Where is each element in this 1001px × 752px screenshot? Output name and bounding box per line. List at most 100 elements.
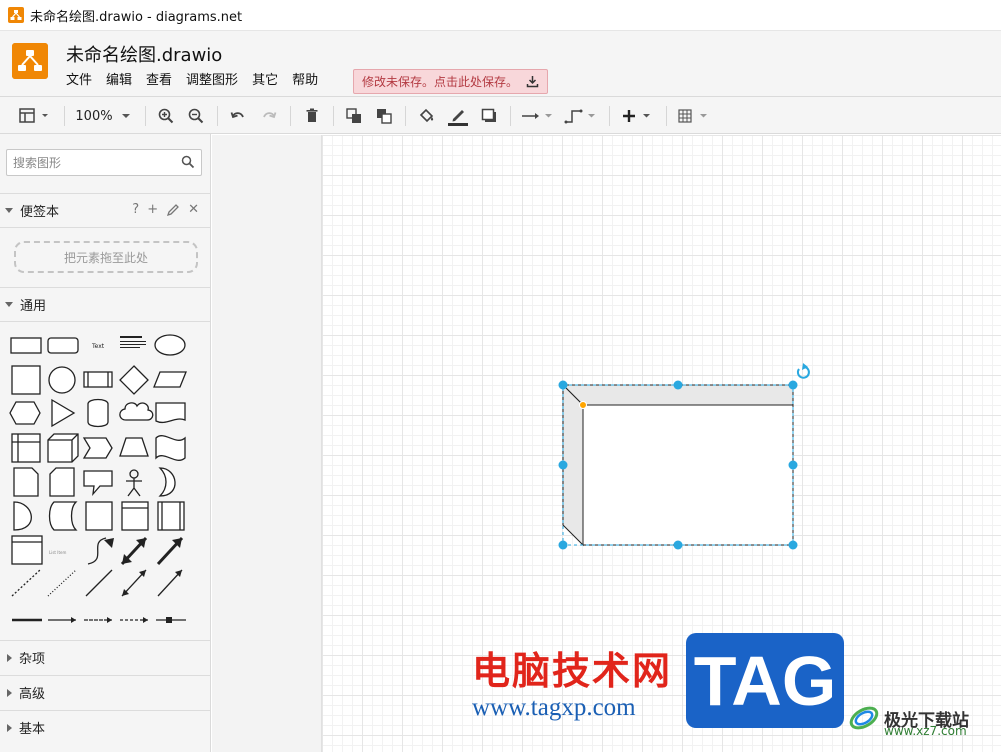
shape-step[interactable] <box>82 437 113 459</box>
shape-circle[interactable] <box>48 366 76 394</box>
menu-help[interactable]: 帮助 <box>292 71 318 91</box>
bring-to-front-icon <box>346 108 361 123</box>
redo-icon <box>263 112 277 119</box>
undo-button[interactable] <box>227 105 249 127</box>
shape-cloud[interactable] <box>119 402 154 421</box>
section-advanced-label: 高级 <box>19 687 46 702</box>
shape-parallelogram[interactable] <box>153 371 187 388</box>
zoom-in-button[interactable] <box>155 105 177 127</box>
section-scratchpad-label: 便签本 <box>20 205 60 220</box>
watermark-site-logo: 极光下载站 www.xz7.com <box>848 702 969 738</box>
shape-card[interactable] <box>49 467 75 497</box>
scratchpad-tools: ? + ✕ <box>124 203 199 217</box>
menu-view[interactable]: 查看 <box>146 71 172 91</box>
chevron-down-icon <box>121 114 130 118</box>
format-panel-toggle[interactable] <box>14 105 54 127</box>
send-to-back-icon <box>377 109 392 124</box>
shape-actor[interactable] <box>126 469 142 497</box>
zoom-out-button[interactable] <box>185 105 207 127</box>
shape-line[interactable] <box>85 569 113 597</box>
redo-button[interactable] <box>258 105 280 127</box>
shape-frame[interactable] <box>121 501 149 531</box>
chevron-down-icon <box>5 302 13 307</box>
svg-text:Text: Text <box>91 343 105 350</box>
to-back-button[interactable] <box>373 105 395 127</box>
shape-delay[interactable] <box>13 501 32 531</box>
drawio-logo-icon[interactable] <box>12 43 48 79</box>
fill-color-button[interactable] <box>416 105 438 127</box>
shape-document[interactable] <box>155 402 186 424</box>
menu-extras[interactable]: 其它 <box>252 71 278 91</box>
shape-search-box <box>6 149 202 176</box>
shape-rectangle[interactable] <box>10 337 42 354</box>
table-button[interactable] <box>676 105 712 127</box>
unsaved-changes-label: 修改未保存。点击此处保存。 <box>362 75 519 89</box>
insert-button[interactable] <box>619 105 657 127</box>
line-color-button[interactable] <box>446 105 470 127</box>
shape-cylinder[interactable] <box>87 398 109 428</box>
watermark-url: www.tagxp.com <box>472 694 636 721</box>
shape-dotted-line[interactable] <box>47 569 77 597</box>
chevron-right-icon <box>7 688 12 697</box>
scratchpad-drop-zone[interactable]: 把元素拖至此处 <box>14 241 198 273</box>
shape-ellipse[interactable] <box>154 334 186 356</box>
toolbar: 100% <box>0 97 1001 134</box>
shapes-sidebar: 便签本 ? + ✕ 把元素拖至此处 通用 <box>0 134 211 752</box>
drop-zone-hint: 把元素拖至此处 <box>63 250 148 265</box>
shape-curve[interactable] <box>87 537 107 565</box>
menu-file[interactable]: 文件 <box>66 71 92 91</box>
search-icon[interactable] <box>181 155 195 169</box>
shape-note[interactable] <box>13 467 39 497</box>
scratchpad-help-icon[interactable]: ? <box>132 203 139 217</box>
scratchpad-add-icon[interactable]: + <box>147 203 158 217</box>
watermark-tag-text: TAG <box>693 641 837 720</box>
connection-style-button[interactable] <box>520 105 556 127</box>
watermark-tag-logo: TAG <box>686 633 844 728</box>
shape-callout[interactable] <box>83 470 113 497</box>
section-general-label: 通用 <box>20 299 47 314</box>
shape-search-input[interactable] <box>7 150 177 175</box>
section-advanced[interactable]: 高级 <box>0 675 210 709</box>
zoom-dropdown[interactable]: 100% <box>74 105 134 127</box>
document-title[interactable]: 未命名绘图.drawio <box>66 41 222 67</box>
zoom-out-icon <box>188 108 204 124</box>
general-shape-palette: Text List Item <box>9 334 187 623</box>
window-titlebar: 未命名绘图.drawio - diagrams.net <box>0 0 1001 31</box>
shape-table-list[interactable] <box>11 535 43 565</box>
menu-arrange[interactable]: 调整图形 <box>186 71 238 91</box>
section-general[interactable]: 通用 <box>0 287 210 321</box>
shape-triangle[interactable] <box>51 398 76 428</box>
undo-icon <box>230 112 244 119</box>
plus-icon <box>623 110 650 122</box>
waypoints-button[interactable] <box>563 105 599 127</box>
shape-hexagon[interactable] <box>9 401 41 425</box>
shape-trapezoid[interactable] <box>119 437 149 457</box>
rotate-handle-icon[interactable] <box>796 363 810 379</box>
download-icon <box>526 76 539 88</box>
section-misc[interactable]: 杂项 <box>0 640 210 674</box>
shape-rounded-rectangle[interactable] <box>47 337 79 354</box>
orthogonal-connector-icon <box>564 109 595 124</box>
cube-depth-handle[interactable] <box>579 401 587 409</box>
shape-dashed-line[interactable] <box>11 569 41 597</box>
shape-tape[interactable] <box>155 435 186 461</box>
delete-button[interactable] <box>301 105 323 127</box>
shape-square-2[interactable] <box>85 501 113 531</box>
chevron-down-icon <box>5 208 13 213</box>
svg-text:List Item: List Item <box>49 550 66 555</box>
shape-or[interactable] <box>158 467 176 497</box>
chevron-right-icon <box>7 653 12 662</box>
unsaved-changes-button[interactable]: 修改未保存。点击此处保存。 <box>353 69 549 94</box>
to-front-button[interactable] <box>343 105 365 127</box>
shape-diamond[interactable] <box>119 365 149 395</box>
section-scratchpad[interactable]: 便签本 ? + ✕ <box>0 193 210 227</box>
shape-data-storage[interactable] <box>48 501 78 531</box>
shape-internal-storage[interactable] <box>11 433 41 463</box>
shape-square[interactable] <box>11 365 41 395</box>
section-basic[interactable]: 基本 <box>0 710 210 744</box>
zoom-level: 100% <box>75 108 113 124</box>
menu-edit[interactable]: 编辑 <box>106 71 132 91</box>
shadow-button[interactable] <box>478 105 500 127</box>
scratchpad-close-icon[interactable]: ✕ <box>188 203 199 217</box>
scratchpad-edit-icon[interactable] <box>166 203 180 217</box>
